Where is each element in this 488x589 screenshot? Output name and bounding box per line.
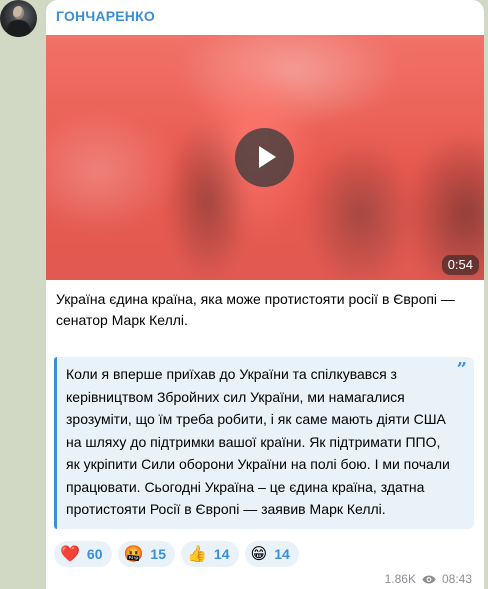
channel-avatar[interactable]: [0, 0, 37, 37]
video-duration: 0:54: [441, 255, 479, 275]
reactions-bar: ❤️ 60 🤬 15 👍 14 😁 14: [54, 541, 299, 567]
play-button[interactable]: [235, 128, 294, 187]
reaction-count: 60: [86, 546, 103, 562]
video-player[interactable]: 0:54: [46, 35, 484, 280]
angry-face-icon: 🤬: [123, 544, 144, 563]
message-bubble: ГОНЧАРЕНКО 0:54 Україна єдина країна, як…: [46, 0, 484, 589]
reaction-angry[interactable]: 🤬 15: [117, 541, 175, 567]
post-caption: Україна єдина країна, яка може протистоя…: [56, 291, 455, 328]
thumbs-up-icon: 👍: [187, 544, 207, 563]
quote-icon: ”: [456, 359, 467, 380]
reaction-thumbs-up[interactable]: 👍 14: [181, 541, 239, 567]
reaction-count: 14: [274, 546, 290, 562]
message-time: 08:43: [441, 572, 472, 586]
reaction-count: 15: [150, 546, 166, 562]
message-meta: 1.86K 08:43: [385, 572, 472, 586]
avatar-body: [7, 20, 30, 37]
quote-text: Коли я вперше приїхав до України та спіл…: [66, 366, 450, 517]
reaction-heart[interactable]: ❤️ 60: [54, 541, 112, 567]
avatar-head: [13, 6, 24, 19]
eye-icon: [422, 575, 436, 583]
reaction-grinning[interactable]: 😁 14: [244, 541, 299, 567]
channel-name[interactable]: ГОНЧАРЕНКО: [56, 8, 155, 24]
heart-icon: ❤️: [60, 544, 80, 563]
play-icon: [259, 146, 276, 168]
view-count: 1.86K: [384, 572, 416, 586]
quote-bar: [54, 357, 57, 529]
grinning-face-icon: 😁: [250, 544, 268, 563]
blockquote: ” Коли я вперше приїхав до України та сп…: [54, 357, 474, 529]
reaction-count: 14: [213, 546, 230, 562]
